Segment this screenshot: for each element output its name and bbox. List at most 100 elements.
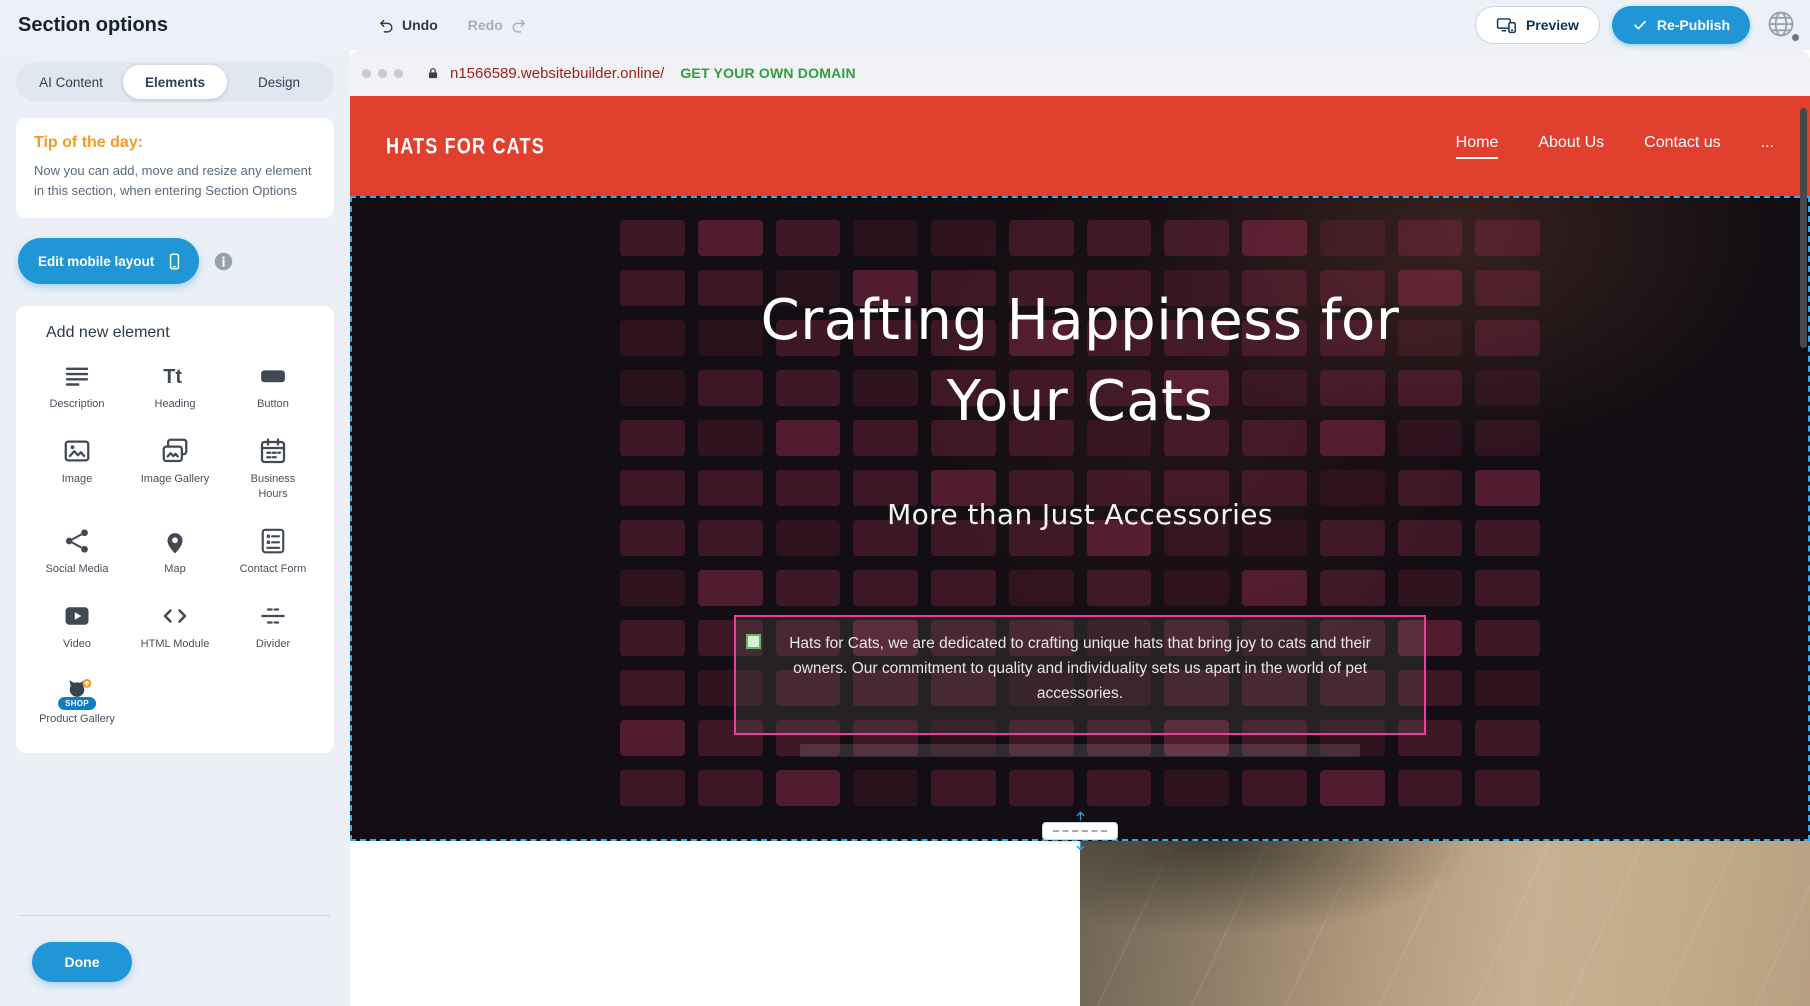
image-gallery-icon bbox=[160, 437, 190, 465]
check-icon bbox=[1632, 17, 1648, 33]
republish-button[interactable]: Re-Publish bbox=[1612, 6, 1750, 44]
hero-paragraph[interactable]: Hats for Cats, we are dedicated to craft… bbox=[762, 632, 1398, 706]
element-tile-business-hours[interactable]: Business Hours bbox=[224, 437, 322, 501]
app-root: Section options Undo Redo Preview Re-Pub… bbox=[0, 0, 1810, 1006]
element-tile-label: Social Media bbox=[46, 562, 109, 576]
video-icon bbox=[62, 602, 92, 630]
panel-spacer bbox=[16, 753, 334, 915]
globe-badge bbox=[1792, 34, 1799, 41]
edit-mobile-layout-label: Edit mobile layout bbox=[38, 254, 154, 269]
preview-label: Preview bbox=[1526, 17, 1579, 33]
panel-tabs: AI ContentElementsDesign bbox=[16, 62, 334, 102]
element-tile-video[interactable]: Video bbox=[28, 602, 126, 651]
devices-icon bbox=[1496, 15, 1517, 36]
preview-button[interactable]: Preview bbox=[1475, 6, 1600, 44]
element-tile-social-media[interactable]: Social Media bbox=[28, 527, 126, 576]
site-preview: HATS FOR CATS HomeAbout UsContact us... … bbox=[350, 96, 1810, 1006]
business-hours-icon bbox=[258, 437, 288, 465]
hero-section[interactable]: Crafting Happiness for Your Cats More th… bbox=[350, 196, 1810, 841]
pavement-photo bbox=[1080, 841, 1810, 1006]
element-tile-label: HTML Module bbox=[141, 637, 210, 651]
element-tile-html-module[interactable]: HTML Module bbox=[126, 602, 224, 651]
tab-ai-content[interactable]: AI Content bbox=[19, 65, 123, 99]
site-header[interactable]: HATS FOR CATS Home About Us Contact us... bbox=[350, 96, 1810, 196]
hero-content: Crafting Happiness for Your Cats More th… bbox=[350, 196, 1810, 841]
element-tile-label: Description bbox=[49, 397, 104, 411]
edit-mobile-layout-button[interactable]: Edit mobile layout bbox=[18, 238, 199, 284]
tab-design[interactable]: Design bbox=[227, 65, 331, 99]
element-tile-image[interactable]: Image bbox=[28, 437, 126, 501]
nav-item-more[interactable]: ... bbox=[1761, 134, 1774, 159]
element-grid: Description TtHeadingButton Image Image Gal… bbox=[28, 362, 322, 727]
browser-bar: n1566589.websitebuilder.online/ GET YOUR… bbox=[350, 50, 1810, 96]
element-tile-label: Image Gallery bbox=[141, 472, 209, 486]
redo-button[interactable]: Redo bbox=[468, 17, 527, 34]
map-icon bbox=[160, 527, 190, 555]
nav-item-home[interactable]: Home bbox=[1456, 134, 1499, 159]
arrow-up-icon bbox=[1074, 809, 1087, 822]
undo-icon bbox=[378, 17, 395, 34]
scrollbar-thumb[interactable] bbox=[1800, 108, 1807, 348]
hero-title-line1: Crafting Happiness for bbox=[761, 280, 1400, 361]
heading-icon: Tt bbox=[160, 362, 190, 390]
language-globe-button[interactable] bbox=[1762, 6, 1800, 44]
hero-title-line2: Your Cats bbox=[761, 361, 1400, 442]
add-element-card: Add new element Description TtHeadingButt… bbox=[16, 306, 334, 753]
get-domain-link[interactable]: GET YOUR OWN DOMAIN bbox=[680, 65, 855, 81]
add-element-title: Add new element bbox=[28, 324, 322, 342]
divider-icon bbox=[258, 602, 288, 630]
nav-item-contact-us[interactable]: Contact us bbox=[1644, 134, 1720, 159]
arrow-down-icon bbox=[1074, 840, 1087, 853]
svg-text:Tt: Tt bbox=[163, 366, 182, 388]
element-tile-heading[interactable]: TtHeading bbox=[126, 362, 224, 411]
tip-body: Now you can add, move and resize any ele… bbox=[34, 161, 316, 200]
description-icon bbox=[62, 362, 92, 390]
resize-dash bbox=[1053, 830, 1107, 832]
hero-subtitle[interactable]: More than Just Accessories bbox=[887, 498, 1273, 531]
element-tile-label: Product Gallery bbox=[39, 712, 115, 726]
tip-card: Tip of the day: Now you can add, move an… bbox=[16, 118, 334, 218]
element-tile-description[interactable]: Description bbox=[28, 362, 126, 411]
html-module-icon bbox=[160, 602, 190, 630]
info-icon[interactable] bbox=[213, 251, 234, 272]
phone-icon bbox=[165, 252, 184, 271]
element-tile-label: Video bbox=[63, 637, 91, 651]
tab-elements[interactable]: Elements bbox=[123, 65, 227, 99]
undo-label: Undo bbox=[402, 17, 438, 33]
site-url[interactable]: n1566589.websitebuilder.online/ bbox=[450, 65, 664, 82]
page-title: Section options bbox=[0, 14, 352, 37]
element-tile-button[interactable]: Button bbox=[224, 362, 322, 411]
site-logo[interactable]: HATS FOR CATS bbox=[386, 133, 545, 159]
section-resize-handle[interactable] bbox=[1042, 809, 1118, 853]
element-tile-label: Business Hours bbox=[235, 472, 311, 501]
site-nav: Home About Us Contact us... bbox=[1456, 134, 1774, 159]
topbar: Section options Undo Redo Preview Re-Pub… bbox=[0, 0, 1810, 50]
social-media-icon bbox=[62, 527, 92, 555]
element-highlight-bar bbox=[800, 744, 1360, 757]
element-tile-label: Contact Form bbox=[240, 562, 307, 576]
done-button[interactable]: Done bbox=[32, 942, 132, 982]
contact-form-icon bbox=[258, 527, 288, 555]
element-tile-map[interactable]: Map bbox=[126, 527, 224, 576]
shop-badge: SHOP bbox=[58, 697, 96, 710]
selected-text-element[interactable]: Hats for Cats, we are dedicated to craft… bbox=[734, 615, 1426, 734]
element-tile-label: Divider bbox=[256, 637, 290, 651]
undo-button[interactable]: Undo bbox=[378, 17, 438, 34]
next-section[interactable] bbox=[350, 841, 1810, 1006]
element-tile-label: Map bbox=[164, 562, 185, 576]
republish-label: Re-Publish bbox=[1657, 17, 1730, 33]
resize-pill bbox=[1042, 822, 1118, 840]
nav-item-about-us[interactable]: About Us bbox=[1538, 134, 1604, 159]
element-resize-handle-green[interactable] bbox=[746, 634, 761, 649]
hero-title[interactable]: Crafting Happiness for Your Cats bbox=[761, 280, 1400, 442]
element-tile-contact-form[interactable]: Contact Form bbox=[224, 527, 322, 576]
globe-icon bbox=[1766, 9, 1796, 39]
button-icon bbox=[258, 362, 288, 390]
next-section-white-area bbox=[350, 841, 1080, 1006]
element-tile-product-gallery[interactable]: SHOP Product Gallery bbox=[28, 677, 126, 726]
tip-title: Tip of the day: bbox=[34, 134, 316, 152]
element-tile-image-gallery[interactable]: Image Gallery bbox=[126, 437, 224, 501]
topbar-actions: Preview Re-Publish bbox=[1475, 6, 1810, 44]
panel-divider bbox=[20, 915, 330, 916]
element-tile-divider[interactable]: Divider bbox=[224, 602, 322, 651]
